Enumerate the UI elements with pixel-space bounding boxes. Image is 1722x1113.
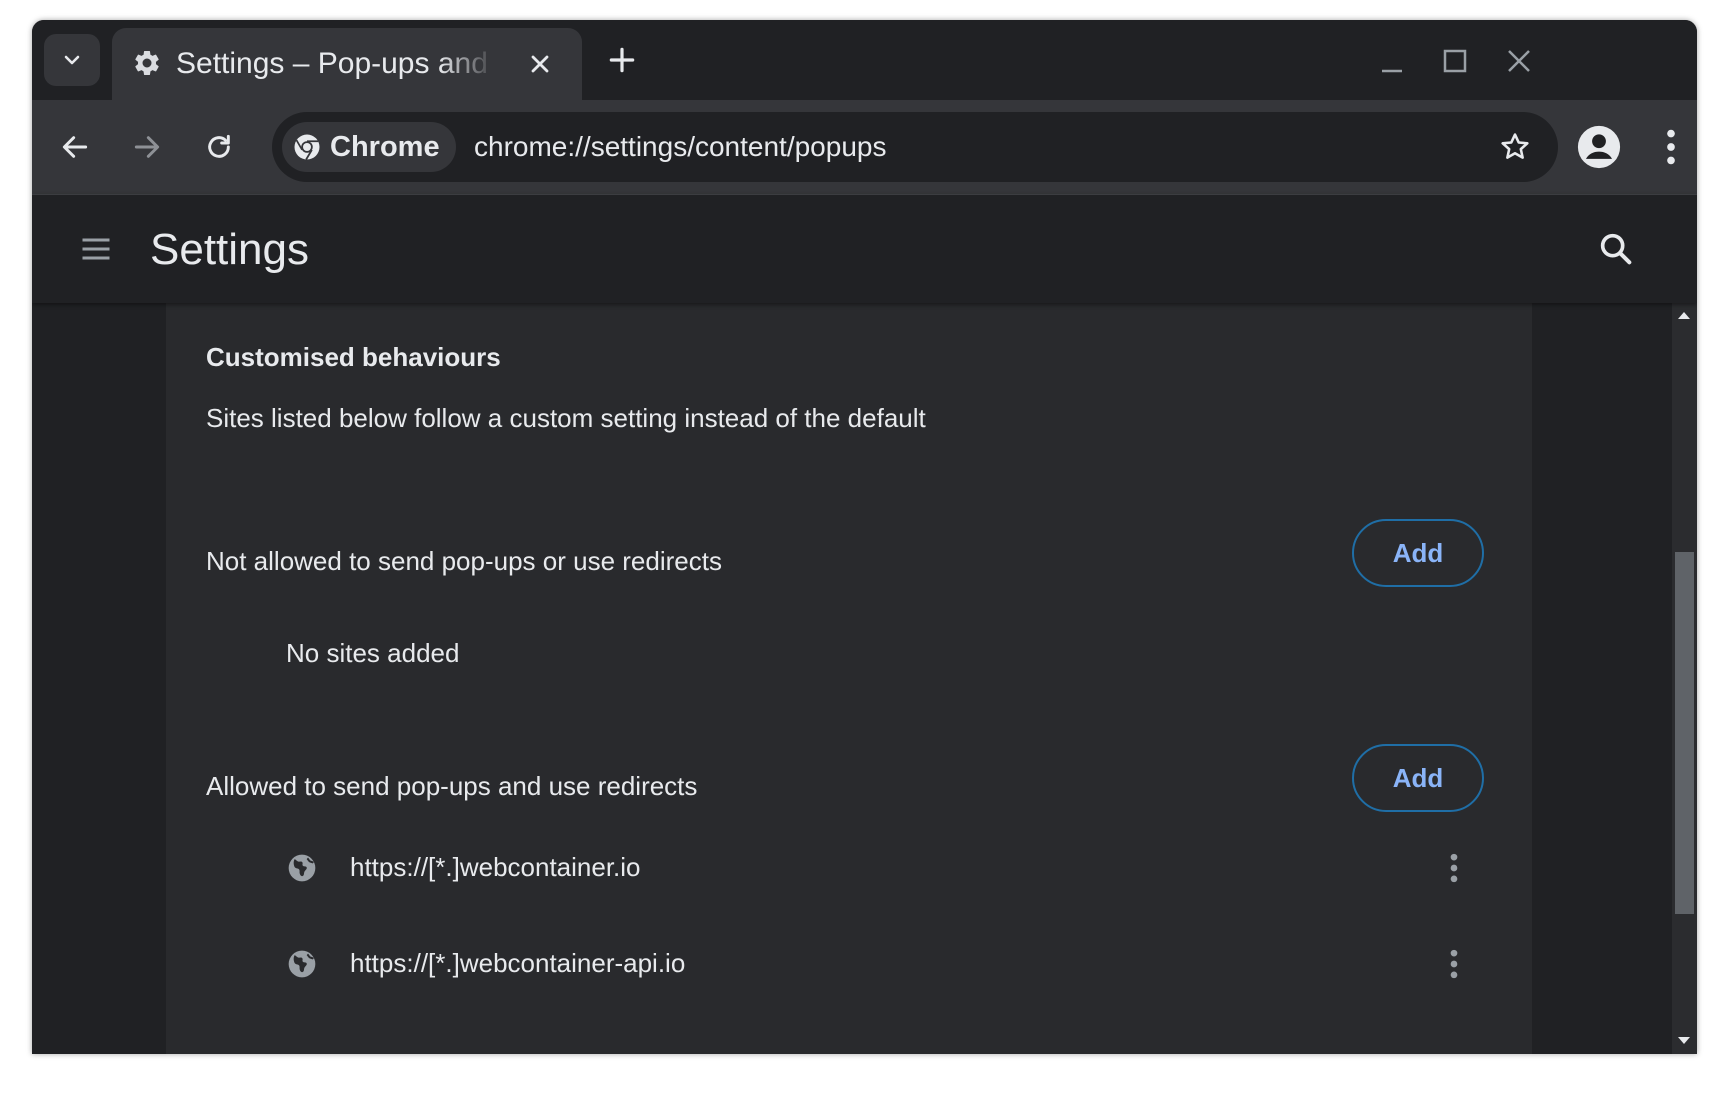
forward-button[interactable] [124, 124, 170, 170]
scrollbar-thumb[interactable] [1675, 552, 1694, 914]
close-tab-icon[interactable] [526, 50, 554, 78]
reload-button[interactable] [196, 124, 242, 170]
add-blocked-site-button[interactable]: Add [1352, 519, 1484, 587]
menu-icon[interactable] [78, 231, 114, 267]
settings-content: Customised behaviours Sites listed below… [32, 302, 1672, 1054]
arrow-back-icon [62, 136, 88, 158]
url-text[interactable]: chrome://settings/content/popups [474, 131, 886, 163]
browser-window: Settings – Pop-ups and redirects [32, 20, 1697, 1054]
settings-header: Settings [32, 194, 1697, 303]
more-actions-icon[interactable] [1434, 848, 1474, 888]
maximize-icon[interactable] [1440, 46, 1470, 76]
page-scrollbar[interactable] [1672, 302, 1697, 1054]
tab-strip: Settings – Pop-ups and redirects [32, 20, 1697, 100]
scroll-down-arrow-icon[interactable] [1677, 1036, 1691, 1046]
gear-icon [135, 50, 159, 75]
close-window-icon[interactable] [1504, 46, 1534, 76]
globe-icon [288, 950, 316, 978]
browser-toolbar: Chrome chrome://settings/content/popups [32, 100, 1697, 194]
site-info-chip[interactable]: Chrome [282, 122, 456, 172]
new-tab-icon[interactable] [606, 44, 638, 76]
reload-icon [208, 134, 230, 158]
arrow-forward-icon [134, 136, 160, 158]
site-url: https://[*.]webcontainer-api.io [350, 948, 686, 978]
chevron-down-icon [64, 55, 80, 65]
site-url: https://[*.]webcontainer.io [350, 852, 641, 882]
chip-label: Chrome [330, 131, 440, 163]
search-icon[interactable] [1596, 229, 1636, 269]
address-bar[interactable]: Chrome chrome://settings/content/popups [272, 112, 1558, 182]
tab-title: Settings – Pop-ups and redirects [176, 47, 496, 80]
page-title: Settings [150, 225, 309, 274]
blocked-empty-text: No sites added [286, 638, 460, 668]
site-row: https://[*.]webcontainer-api.io [166, 919, 1532, 1009]
minimize-icon[interactable] [1377, 46, 1407, 76]
section-description: Sites listed below follow a custom setti… [206, 403, 926, 433]
allowed-list-label: Allowed to send pop-ups and use redirect… [206, 771, 698, 801]
bookmark-star-icon[interactable] [1498, 130, 1532, 164]
chrome-logo-icon [294, 134, 320, 160]
globe-icon [288, 854, 316, 882]
add-allowed-site-button[interactable]: Add [1352, 744, 1484, 812]
scroll-up-arrow-icon[interactable] [1677, 310, 1691, 320]
tab-settings[interactable]: Settings – Pop-ups and redirects [112, 28, 582, 100]
site-row: https://[*.]webcontainer.io [166, 823, 1532, 913]
profile-avatar-icon[interactable] [1576, 124, 1622, 170]
section-title: Customised behaviours [206, 342, 501, 372]
more-actions-icon[interactable] [1434, 944, 1474, 984]
customised-behaviours-card: Customised behaviours Sites listed below… [166, 302, 1532, 1054]
blocked-list-label: Not allowed to send pop-ups or use redir… [206, 546, 722, 576]
back-button[interactable] [52, 124, 98, 170]
tab-search-button[interactable] [44, 34, 100, 86]
browser-menu-icon[interactable] [1648, 124, 1694, 170]
